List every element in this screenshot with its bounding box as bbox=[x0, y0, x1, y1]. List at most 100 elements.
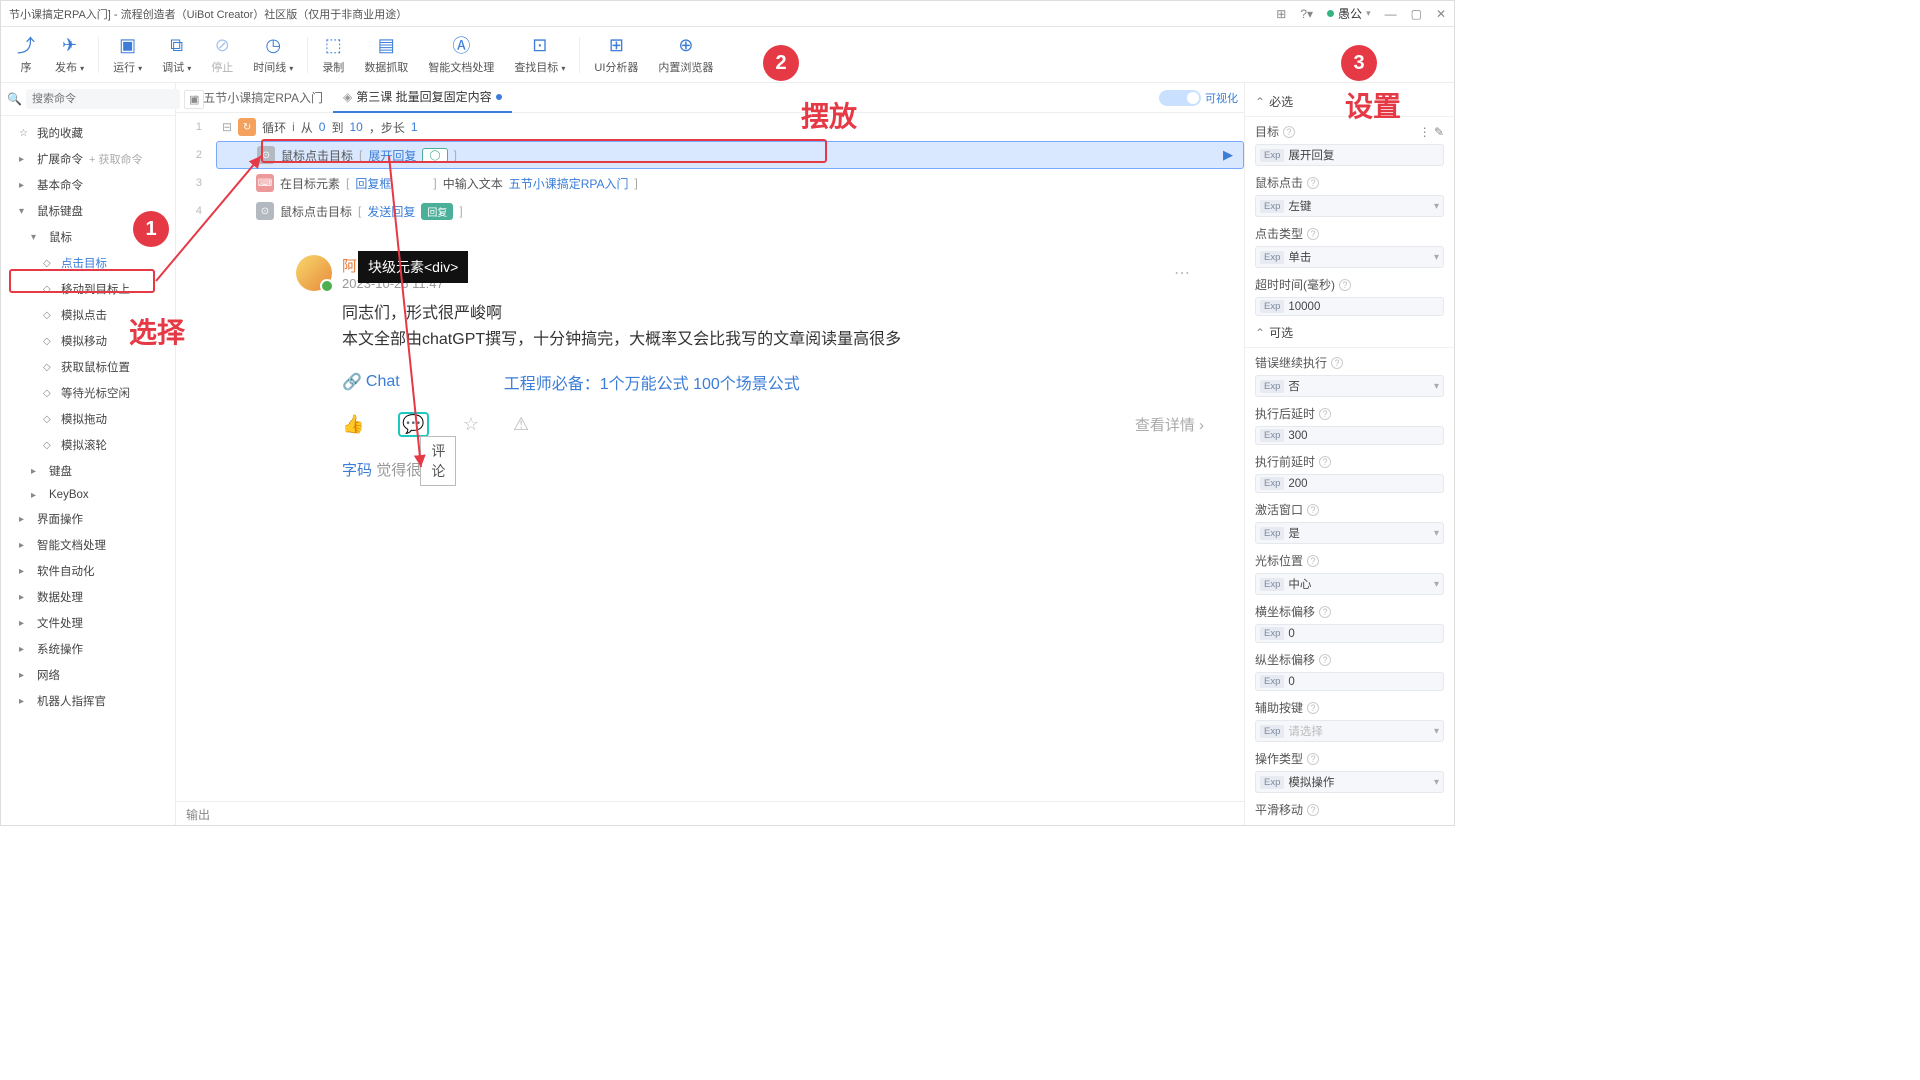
help-icon[interactable]: ? bbox=[1319, 654, 1331, 666]
prop-value-目标[interactable]: Exp展开回复 bbox=[1255, 144, 1444, 166]
post-menu-icon[interactable]: ⋯ bbox=[1174, 263, 1192, 283]
preview-post: ⋯ 阿愚呱呱 2023-10-26 11:47 同志们，形式很严峻啊 本文全部由… bbox=[296, 255, 1204, 480]
search-icon: 🔍 bbox=[7, 92, 22, 106]
section-optional[interactable]: ⌃可选 bbox=[1245, 318, 1454, 348]
minimize-icon[interactable]: — bbox=[1385, 7, 1397, 21]
prop-value-超时时间(毫秒)[interactable]: Exp10000 bbox=[1255, 297, 1444, 316]
tree-基本命令[interactable]: ▸基本命令 bbox=[1, 172, 175, 198]
user-menu[interactable]: 愚公▾ bbox=[1327, 5, 1371, 22]
view-detail-link[interactable]: 查看详情 › bbox=[1135, 414, 1204, 435]
properties-panel: ⌃必选 目标?⋮ ✎ Exp展开回复鼠标点击? Exp左键▾点击类型? Exp单… bbox=[1244, 83, 1454, 825]
prop-点击类型: 点击类型? Exp单击▾ bbox=[1245, 219, 1454, 270]
help-icon[interactable]: ? bbox=[1319, 606, 1331, 618]
help-icon[interactable]: ? bbox=[1283, 126, 1295, 138]
tree-智能文档处理[interactable]: ▸智能文档处理 bbox=[1, 532, 175, 558]
tree-界面操作[interactable]: ▸界面操作 bbox=[1, 506, 175, 532]
visual-mode-switch[interactable]: 可视化 bbox=[1159, 90, 1238, 106]
star-icon[interactable]: ☆ bbox=[463, 414, 479, 435]
help-icon[interactable]: ? bbox=[1307, 555, 1319, 567]
toolbar-查找目标[interactable]: ⊡查找目标 ▾ bbox=[504, 30, 575, 79]
close-icon[interactable]: ✕ bbox=[1436, 7, 1446, 21]
tree-键盘[interactable]: ▸键盘 bbox=[1, 458, 175, 484]
prop-鼠标点击: 鼠标点击? Exp左键▾ bbox=[1245, 168, 1454, 219]
prop-value-光标位置[interactable]: Exp中心▾ bbox=[1255, 573, 1444, 595]
help-icon[interactable]: ? bbox=[1307, 804, 1319, 816]
tree-数据处理[interactable]: ▸数据处理 bbox=[1, 584, 175, 610]
help-icon[interactable]: ?▾ bbox=[1300, 7, 1313, 21]
prop-value-错误继续执行[interactable]: Exp否▾ bbox=[1255, 375, 1444, 397]
help-icon[interactable]: ? bbox=[1331, 357, 1343, 369]
code-line-4[interactable]: ⊙ 鼠标点击目标 [发送回复 回复 ] bbox=[216, 197, 1244, 225]
tree-系统操作[interactable]: ▸系统操作 bbox=[1, 636, 175, 662]
prop-value-执行后延时[interactable]: Exp300 bbox=[1255, 426, 1444, 445]
comment-tooltip: 评论 bbox=[420, 436, 456, 486]
tree-机器人指挥官[interactable]: ▸机器人指挥官 bbox=[1, 688, 175, 714]
prop-value-鼠标点击[interactable]: Exp左键▾ bbox=[1255, 195, 1444, 217]
maximize-icon[interactable]: ▢ bbox=[1411, 7, 1422, 21]
toolbar-发布[interactable]: ✈发布 ▾ bbox=[45, 30, 94, 79]
apps-icon[interactable]: ⊞ bbox=[1276, 7, 1286, 21]
toolbar-录制[interactable]: ⬚录制 bbox=[312, 30, 354, 79]
prop-操作类型: 操作类型? Exp模拟操作▾ bbox=[1245, 744, 1454, 795]
prop-辅助按键: 辅助按键? Exp请选择▾ bbox=[1245, 693, 1454, 744]
prop-value-横坐标偏移[interactable]: Exp0 bbox=[1255, 624, 1444, 643]
run-line-icon[interactable]: ▶ bbox=[1223, 147, 1233, 163]
tree-网络[interactable]: ▸网络 bbox=[1, 662, 175, 688]
output-panel[interactable]: 输出 bbox=[176, 801, 1244, 825]
prop-value-辅助按键[interactable]: Exp请选择▾ bbox=[1255, 720, 1444, 742]
help-icon[interactable]: ? bbox=[1307, 177, 1319, 189]
help-icon[interactable]: ? bbox=[1319, 408, 1331, 420]
annotation-label-3: 设置 bbox=[1345, 85, 1401, 125]
code-editor[interactable]: 1234 ⊟ ↻ 循环 i 从0 到10 ，步长1 ⊙ 鼠标点击目标 [展开 bbox=[176, 113, 1244, 801]
toolbar-序[interactable]: ⤴序 bbox=[7, 30, 45, 79]
tree-模拟滚轮[interactable]: ◇模拟滚轮 bbox=[1, 432, 175, 458]
tree-等待光标空闲[interactable]: ◇等待光标空闲 bbox=[1, 380, 175, 406]
warn-icon[interactable]: ⚠ bbox=[513, 414, 529, 435]
code-line-2[interactable]: ⊙ 鼠标点击目标 [展开回复 ◯ ] ▶ bbox=[216, 141, 1244, 169]
prop-横坐标偏移: 横坐标偏移? Exp0 bbox=[1245, 597, 1454, 645]
help-icon[interactable]: ? bbox=[1307, 753, 1319, 765]
help-icon[interactable]: ? bbox=[1307, 702, 1319, 714]
click-icon: ⊙ bbox=[256, 202, 274, 220]
prop-value-激活窗口[interactable]: Exp是▾ bbox=[1255, 522, 1444, 544]
code-line-1[interactable]: ⊟ ↻ 循环 i 从0 到10 ，步长1 bbox=[216, 113, 1244, 141]
prop-value-纵坐标偏移[interactable]: Exp0 bbox=[1255, 672, 1444, 691]
element-tooltip: 块级元素<div> bbox=[358, 251, 468, 283]
help-icon[interactable]: ? bbox=[1307, 228, 1319, 240]
tree-扩展命令[interactable]: ▸扩展命令+ 获取命令 bbox=[1, 146, 175, 172]
toolbar-内置浏览器[interactable]: ⊕内置浏览器 bbox=[648, 30, 723, 79]
prop-平滑移动: 平滑移动? Exp否▾ bbox=[1245, 795, 1454, 821]
command-panel: 🔍 ▣ ☆我的收藏▸扩展命令+ 获取命令▸基本命令▾鼠标键盘▾鼠标◇点击目标◇移… bbox=[1, 83, 176, 825]
toolbar-运行[interactable]: ▣运行 ▾ bbox=[103, 30, 152, 79]
tree-KeyBox[interactable]: ▸KeyBox bbox=[1, 484, 175, 506]
toolbar-调试[interactable]: ⧉调试 ▾ bbox=[152, 30, 201, 79]
tree-点击目标[interactable]: ◇点击目标 bbox=[1, 250, 175, 276]
like-icon[interactable]: 👍 bbox=[342, 414, 364, 435]
prop-value-操作类型[interactable]: Exp模拟操作▾ bbox=[1255, 771, 1444, 793]
tab-第三课 批量回复固定内容[interactable]: ◈第三课 批量回复固定内容 bbox=[333, 82, 512, 113]
tree-文件处理[interactable]: ▸文件处理 bbox=[1, 610, 175, 636]
get-command-link[interactable]: + 获取命令 bbox=[89, 151, 142, 167]
tree-移动到目标上[interactable]: ◇移动到目标上 bbox=[1, 276, 175, 302]
tab-五节小课搞定RPA入门[interactable]: ⌂五节小课搞定RPA入门 bbox=[182, 83, 333, 112]
prop-value-点击类型[interactable]: Exp单击▾ bbox=[1255, 246, 1444, 268]
prop-value-执行前延时[interactable]: Exp200 bbox=[1255, 474, 1444, 493]
tree-软件自动化[interactable]: ▸软件自动化 bbox=[1, 558, 175, 584]
toolbar-时间线[interactable]: ◷时间线 ▾ bbox=[243, 30, 303, 79]
post-link[interactable]: 🔗Chat 块级元素<div> 工程师必备：1个万能公式 100个场景公式 bbox=[342, 370, 1204, 394]
search-input[interactable] bbox=[26, 89, 180, 109]
editor-tabs: ⌂五节小课搞定RPA入门◈第三课 批量回复固定内容 可视化 bbox=[176, 83, 1244, 113]
toolbar-智能文档处理[interactable]: Ⓐ智能文档处理 bbox=[418, 30, 504, 79]
tree-获取鼠标位置[interactable]: ◇获取鼠标位置 bbox=[1, 354, 175, 380]
comment-icon[interactable]: 💬 评论 bbox=[398, 412, 428, 437]
tree-模拟拖动[interactable]: ◇模拟拖动 bbox=[1, 406, 175, 432]
annotation-1: 1 bbox=[133, 211, 169, 247]
toolbar-UI分析器[interactable]: ⊞UI分析器 bbox=[584, 30, 648, 79]
help-icon[interactable]: ? bbox=[1307, 504, 1319, 516]
help-icon[interactable]: ? bbox=[1339, 279, 1351, 291]
code-line-3[interactable]: ⌨ 在目标元素 [回复框] 中输入文本 五节小课搞定RPA入门] bbox=[216, 169, 1244, 197]
tree-我的收藏[interactable]: ☆我的收藏 bbox=[1, 120, 175, 146]
help-icon[interactable]: ? bbox=[1319, 456, 1331, 468]
toolbar-数据抓取[interactable]: ▤数据抓取 bbox=[354, 30, 418, 79]
input-icon: ⌨ bbox=[256, 174, 274, 192]
